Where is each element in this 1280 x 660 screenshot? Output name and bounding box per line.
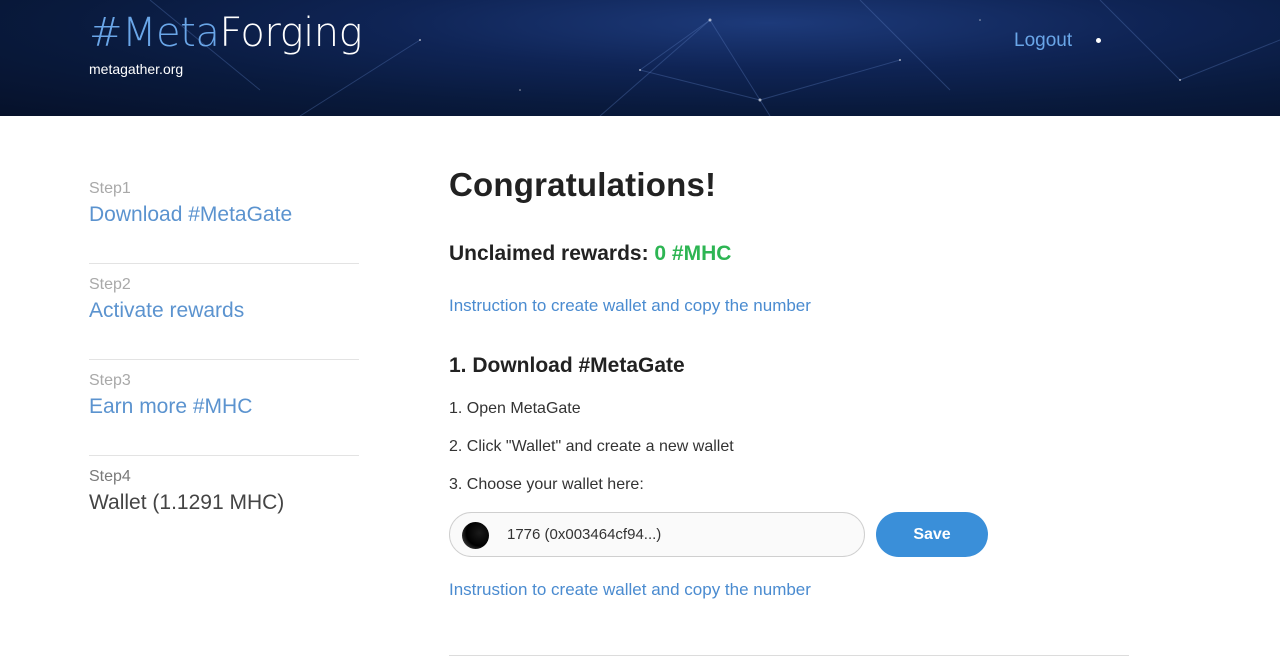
logo-hash-part: #Meta	[89, 10, 220, 56]
rewards-amount: 0 #MHC	[654, 242, 732, 265]
save-button[interactable]: Save	[876, 512, 988, 557]
step-number: Step1	[89, 180, 131, 197]
step-link[interactable]: Activate rewards	[89, 295, 359, 327]
site-domain: metagather.org	[89, 61, 184, 77]
sidebar-step-1[interactable]: Step1 Download #MetaGate	[89, 168, 359, 264]
unclaimed-rewards: Unclaimed rewards: 0 #MHC	[449, 240, 1129, 268]
instruction-link[interactable]: Instruction to create wallet and copy th…	[449, 294, 1129, 318]
sidebar-step-4[interactable]: Step4 Wallet (1.1291 MHC)	[89, 456, 359, 552]
site-logo[interactable]: #MetaForging	[89, 9, 363, 57]
logout-link[interactable]: Logout	[1014, 30, 1072, 52]
list-item: 1. Open MetaGate	[449, 400, 581, 417]
page-title: Congratulations!	[449, 166, 717, 203]
step-link[interactable]: Earn more #MHC	[89, 391, 359, 423]
step-number: Step3	[89, 372, 131, 389]
section-title: 1. Download #MetaGate	[449, 354, 685, 377]
content-divider	[449, 655, 1129, 656]
instruction-link-bottom[interactable]: Instrustion to create wallet and copy th…	[449, 578, 1129, 602]
sidebar-step-3[interactable]: Step3 Earn more #MHC	[89, 360, 359, 456]
step-wallet-label[interactable]: Wallet (1.1291 MHC)	[89, 487, 359, 519]
site-header: #MetaForging metagather.org Logout	[0, 0, 1280, 116]
step-number: Step4	[89, 468, 131, 485]
list-item: 3. Choose your wallet here:	[449, 476, 644, 493]
wallet-avatar-icon	[462, 522, 489, 549]
main-content: Congratulations! Unclaimed rewards: 0 #M…	[449, 160, 1129, 602]
wallet-selected-value: 1776 (0x003464cf94...)	[507, 526, 662, 543]
step-link[interactable]: Download #MetaGate	[89, 199, 359, 231]
instruction-steps: 1. Open MetaGate 2. Click "Wallet" and c…	[449, 398, 1129, 496]
wallet-select[interactable]: 1776 (0x003464cf94...)	[449, 512, 865, 557]
list-item: 2. Click "Wallet" and create a new walle…	[449, 438, 734, 455]
sidebar-step-2[interactable]: Step2 Activate rewards	[89, 264, 359, 360]
wallet-row: 1776 (0x003464cf94...) Save	[449, 512, 1129, 558]
rewards-label: Unclaimed rewards:	[449, 242, 655, 265]
steps-sidebar: Step1 Download #MetaGate Step2 Activate …	[89, 168, 359, 552]
menu-dot-icon[interactable]	[1096, 38, 1101, 43]
step-number: Step2	[89, 276, 131, 293]
logo-text-part: Forging	[219, 10, 363, 56]
